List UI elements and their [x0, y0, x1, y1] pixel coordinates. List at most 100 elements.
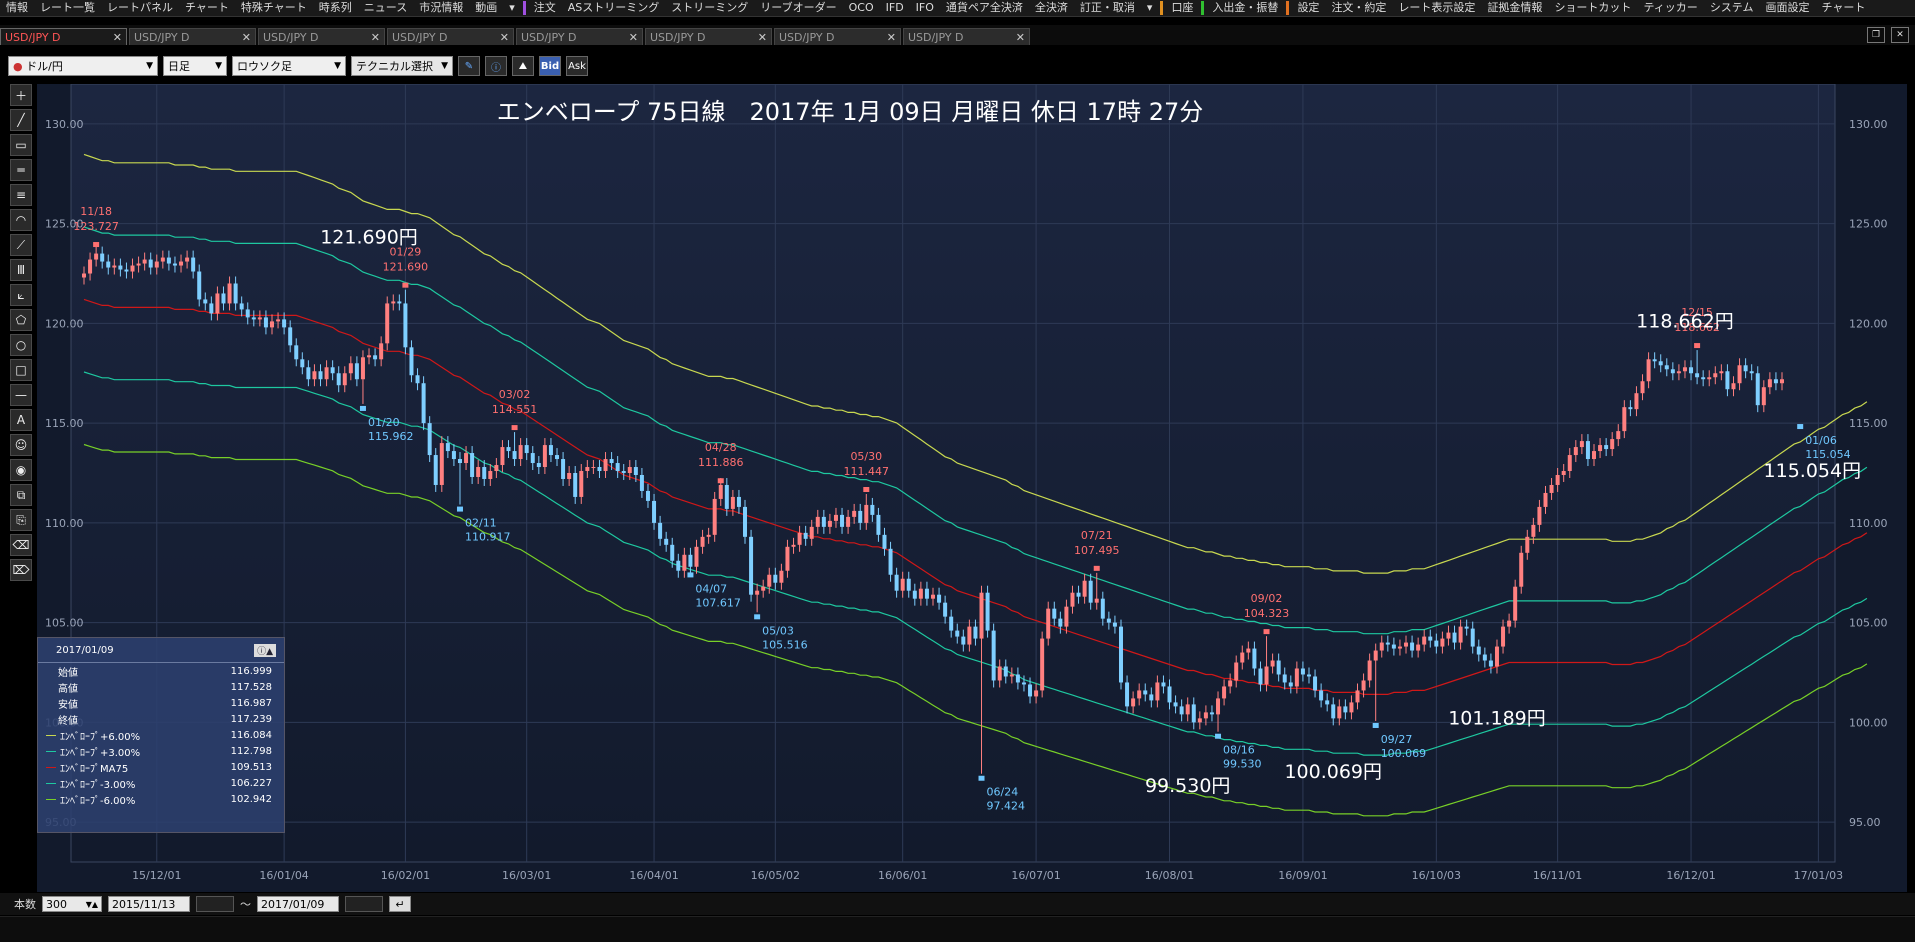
menu-item[interactable]: 訂正・取消	[1074, 0, 1141, 16]
candle-body	[1416, 644, 1421, 651]
chart-tab[interactable]: USD/JPY D ✕	[645, 28, 772, 45]
ruler-tool[interactable]: ▭	[10, 134, 32, 156]
close-tab-icon[interactable]: ✕	[887, 31, 896, 44]
menu-item[interactable]: 通貨ペア全決済	[940, 0, 1029, 16]
period-select[interactable]: 日足 ▼	[163, 56, 227, 76]
y-tick-label-right: 120.00	[1849, 317, 1888, 330]
info-button[interactable]: ⓘ	[485, 56, 507, 76]
candlestick-chart[interactable]: 130.00 130.00125.00 125.00120.00 120.00115.…	[37, 84, 1907, 892]
menu-item[interactable]: 時系列	[313, 0, 358, 16]
chart-tab[interactable]: USD/JPY D ✕	[258, 28, 385, 45]
close-tab-icon[interactable]: ✕	[500, 31, 509, 44]
menu-item[interactable]: 情報	[0, 0, 34, 16]
lock-tool[interactable]: ⎘	[10, 509, 32, 531]
menu-item[interactable]: 動画	[469, 0, 503, 16]
menu-item[interactable]: レート一覧	[34, 0, 101, 16]
info-collapse-icon[interactable]: ⓘ▲	[254, 643, 276, 657]
draw-pen-button[interactable]: ✎	[458, 56, 480, 76]
magnet-tool[interactable]: ◉	[10, 459, 32, 481]
menu-item[interactable]: ASストリーミング	[562, 0, 666, 16]
icon-tool[interactable]: ☺	[10, 434, 32, 456]
menu-item[interactable]: ティッカー	[1637, 0, 1703, 16]
menu-item[interactable]: チャート	[179, 0, 235, 16]
to-time-input[interactable]	[345, 896, 383, 912]
apply-range-button[interactable]: ↵	[389, 896, 411, 912]
close-tab-icon[interactable]: ✕	[1016, 31, 1025, 44]
price-callout: 101.189円	[1448, 707, 1546, 729]
chart-tab[interactable]: USD/JPY D ✕	[387, 28, 514, 45]
chart-tab[interactable]: USD/JPY D ✕	[774, 28, 901, 45]
text-tool[interactable]: A	[10, 409, 32, 431]
extreme-marker	[1263, 629, 1270, 635]
menu-item[interactable]: 特殊チャート	[235, 0, 313, 16]
restore-icon[interactable]: ❐	[1867, 27, 1885, 43]
close-tab-icon[interactable]: ✕	[113, 31, 122, 44]
menu-item[interactable]: OCO	[843, 0, 880, 16]
from-time-input[interactable]	[196, 896, 234, 912]
menu-item[interactable]: ストリーミング	[665, 0, 754, 16]
fan-tool[interactable]: ⟋	[10, 234, 32, 256]
eraser-tool[interactable]: ⌫	[10, 534, 32, 556]
line-tool[interactable]: ╱	[10, 109, 32, 131]
close-tab-icon[interactable]: ✕	[758, 31, 767, 44]
menu-item[interactable]: ▾	[1141, 0, 1159, 16]
menu-item[interactable]: 証拠金情報	[1481, 0, 1548, 16]
close-window-icon[interactable]: ✕	[1891, 27, 1909, 43]
menu-item[interactable]: 注文・約定	[1325, 0, 1392, 16]
menu-item[interactable]: リーブオーダー	[754, 0, 842, 16]
to-date-input[interactable]: 2017/01/09	[257, 896, 339, 912]
menu-item[interactable]: IFO	[910, 0, 940, 16]
menu-item[interactable]: チャート	[1815, 0, 1871, 16]
copy-tool[interactable]: ⧉	[10, 484, 32, 506]
range-bar: 本数 300 ▼▲ 2015/11/13 ～ 2017/01/09 ↵	[0, 893, 1915, 915]
menu-item[interactable]: レートパネル	[101, 0, 179, 16]
arc-tool[interactable]: ◠	[10, 209, 32, 231]
candle-body	[160, 257, 165, 262]
technical-select[interactable]: テクニカル選択 ▼	[351, 56, 453, 76]
candle-body	[1464, 626, 1469, 629]
close-tab-icon[interactable]: ✕	[629, 31, 638, 44]
chart-tab[interactable]: USD/JPY D ✕	[516, 28, 643, 45]
hline-tool[interactable]: ═	[10, 159, 32, 181]
currency-pair-select[interactable]: ● ドル/円 ▼	[8, 56, 158, 76]
menu-item[interactable]: ニュース	[358, 0, 413, 16]
pitchfork-tool[interactable]: ⟀	[10, 284, 32, 306]
chart-tab[interactable]: USD/JPY D ✕	[903, 28, 1030, 45]
erase-all-tool[interactable]: ⌦	[10, 559, 32, 581]
candle-body	[1731, 383, 1736, 390]
chart-style-button[interactable]: ⛰	[512, 56, 534, 76]
menu-item[interactable]: IFD	[880, 0, 910, 16]
range-tilde: ～	[240, 898, 251, 911]
bid-button[interactable]: Bid	[539, 56, 561, 76]
from-date-input[interactable]: 2015/11/13	[108, 896, 190, 912]
crosshair-tool[interactable]: ＋	[10, 84, 32, 106]
rect-tool[interactable]: □	[10, 359, 32, 381]
candle-body	[1185, 704, 1190, 715]
menu-item[interactable]: 市況情報	[413, 0, 469, 16]
menu-item[interactable]: 入出金・振替	[1206, 0, 1284, 16]
bar-count-input[interactable]: 300 ▼▲	[42, 896, 102, 912]
channel-tool[interactable]: Ⅲ	[10, 259, 32, 281]
bar-count-label: 本数	[14, 898, 36, 911]
chart-tab[interactable]: USD/JPY D ✕	[129, 28, 256, 45]
circle-tool[interactable]: ○	[10, 334, 32, 356]
ask-button[interactable]: Ask	[566, 56, 588, 76]
menu-item[interactable]: システム	[1704, 0, 1760, 16]
fib-tool[interactable]: ≡	[10, 184, 32, 206]
menu-item[interactable]: ショートカット	[1548, 0, 1637, 16]
menu-item[interactable]: ▾	[503, 0, 521, 16]
extreme-value: 104.323	[1244, 607, 1290, 620]
menu-item[interactable]: 口座	[1165, 0, 1199, 16]
chart-type-select[interactable]: ロウソク足 ▼	[232, 56, 346, 76]
separator-tool[interactable]: —	[10, 384, 32, 406]
menu-item[interactable]: 注文	[528, 0, 562, 16]
menu-item[interactable]: 画面設定	[1759, 0, 1815, 16]
chart-tab[interactable]: USD/JPY D ✕	[0, 28, 127, 45]
pentagon-tool[interactable]: ⬠	[10, 309, 32, 331]
chart-area[interactable]: 130.00 130.00 125.00 125.00 120.00 120.00 115.…	[37, 84, 1907, 892]
close-tab-icon[interactable]: ✕	[371, 31, 380, 44]
close-tab-icon[interactable]: ✕	[242, 31, 251, 44]
menu-item[interactable]: 設定	[1291, 0, 1325, 16]
menu-item[interactable]: 全決済	[1029, 0, 1074, 16]
menu-item[interactable]: レート表示設定	[1392, 0, 1481, 16]
